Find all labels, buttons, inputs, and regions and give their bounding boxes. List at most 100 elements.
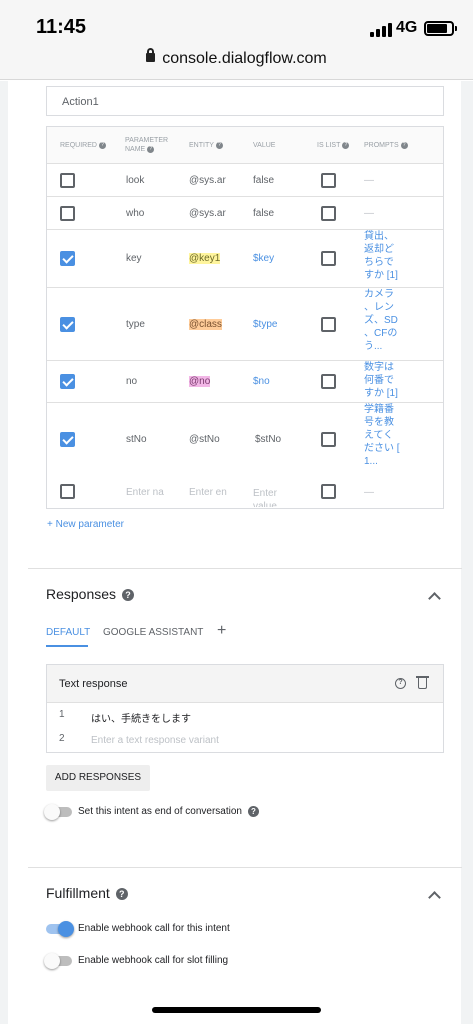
help-icon: ? xyxy=(342,141,350,149)
list-item[interactable]: 1 はい、手続きをします xyxy=(47,703,443,727)
table-row-empty: Enter na Enter en Enter value — xyxy=(47,476,443,508)
url-text: console.dialogflow.com xyxy=(162,50,327,67)
parameters-table-header: REQUIRED? PARAMETER NAME? ENTITY? VALUE I… xyxy=(47,127,443,164)
toggle-knob xyxy=(44,953,60,969)
is-list-checkbox[interactable] xyxy=(321,374,336,389)
header-entity: ENTITY? xyxy=(189,141,223,150)
value-cell[interactable]: $no xyxy=(253,376,270,387)
text-response-card: Text response ? 1 はい、手続きをします 2 Enter a t… xyxy=(46,664,444,753)
table-row[interactable]: look @sys.ar false — xyxy=(47,164,443,197)
end-conversation-toggle[interactable] xyxy=(44,804,72,820)
required-checkbox[interactable] xyxy=(60,317,75,332)
chevron-up-icon[interactable] xyxy=(428,891,441,904)
webhook-toggle[interactable] xyxy=(46,921,74,937)
help-icon[interactable]: ? xyxy=(395,678,406,689)
address-bar[interactable]: console.dialogflow.com xyxy=(0,48,473,68)
table-row[interactable]: who @sys.ar false — xyxy=(47,197,443,230)
text-response-header: Text response ? xyxy=(47,665,443,703)
add-responses-button[interactable]: ADD RESPONSES xyxy=(46,765,150,791)
table-row[interactable]: type @class $type カメラ 、レン ズ、SD 、CFの う... xyxy=(47,288,443,361)
value-cell[interactable]: false xyxy=(253,175,274,186)
section-divider xyxy=(28,867,462,868)
required-checkbox[interactable] xyxy=(60,484,75,499)
entity-cell[interactable]: @class xyxy=(189,319,229,330)
entity-cell[interactable]: @key1 xyxy=(189,253,229,264)
required-checkbox[interactable] xyxy=(60,173,75,188)
tab-default[interactable]: DEFAULT xyxy=(46,627,90,638)
parameter-name[interactable]: look xyxy=(126,175,144,186)
entity-cell[interactable]: @sys.ar xyxy=(189,208,229,219)
value-input[interactable]: Enter value xyxy=(253,487,277,507)
toggle-knob xyxy=(44,804,60,820)
response-number: 2 xyxy=(59,733,65,744)
help-icon[interactable]: ? xyxy=(248,806,259,817)
is-list-checkbox[interactable] xyxy=(321,173,336,188)
active-tab-indicator xyxy=(46,645,88,647)
header-parameter-name: PARAMETER NAME? xyxy=(125,137,169,153)
parameter-name-input[interactable]: Enter na xyxy=(126,487,164,498)
response-text[interactable]: はい、手続きをします xyxy=(91,710,191,725)
value-cell[interactable]: $key xyxy=(253,253,274,264)
tab-google-assistant[interactable]: GOOGLE ASSISTANT xyxy=(103,627,203,638)
header-is-list: IS LIST? xyxy=(317,141,350,150)
header-prompts: PROMPTS? xyxy=(364,141,408,150)
value-cell[interactable]: false xyxy=(253,208,274,219)
slot-filling-label: Enable webhook call for slot filling xyxy=(78,955,229,966)
add-tab-button[interactable]: + xyxy=(217,622,226,640)
required-checkbox[interactable] xyxy=(60,251,75,266)
toggle-knob xyxy=(58,921,74,937)
is-list-checkbox[interactable] xyxy=(321,251,336,266)
webhook-label: Enable webhook call for this intent xyxy=(78,923,230,934)
required-checkbox[interactable] xyxy=(60,432,75,447)
required-checkbox[interactable] xyxy=(60,206,75,221)
value-cell[interactable]: $stNo xyxy=(255,434,281,445)
home-indicator xyxy=(152,1007,321,1013)
table-row[interactable]: stNo @stNo $stNo 学籍番 号を教 えてく ださい [1... xyxy=(47,403,443,476)
help-icon: ? xyxy=(98,141,106,149)
help-icon[interactable]: ? xyxy=(122,589,135,602)
signal-icon xyxy=(370,23,392,37)
parameter-name[interactable]: stNo xyxy=(126,434,147,445)
browser-status-bar: 11:45 4G console.dialogflow.com xyxy=(0,0,473,80)
response-number: 1 xyxy=(59,709,65,720)
prompt-cell[interactable]: 貸出、 返却ど ちらで すか [1] xyxy=(364,230,402,282)
parameter-name[interactable]: type xyxy=(126,319,145,330)
entity-input[interactable]: Enter en xyxy=(189,487,229,498)
list-item[interactable]: 2 Enter a text response variant xyxy=(47,727,443,751)
parameter-name[interactable]: no xyxy=(126,376,137,387)
is-list-checkbox[interactable] xyxy=(321,206,336,221)
right-gutter xyxy=(461,81,473,1024)
prompt-cell: — xyxy=(364,487,374,498)
prompt-cell[interactable]: 数字は 何番で すか [1] xyxy=(364,361,402,400)
is-list-checkbox[interactable] xyxy=(321,484,336,499)
value-cell[interactable]: $type xyxy=(253,319,277,330)
entity-cell[interactable]: @no xyxy=(189,376,229,387)
prompt-cell[interactable]: 学籍番 号を教 えてく ださい [1... xyxy=(364,403,402,468)
table-row[interactable]: key @key1 $key 貸出、 返却ど ちらで すか [1] xyxy=(47,230,443,288)
parameters-table: REQUIRED? PARAMETER NAME? ENTITY? VALUE I… xyxy=(46,126,444,509)
battery-icon xyxy=(424,21,457,36)
prompt-cell: — xyxy=(364,208,374,219)
table-row[interactable]: no @no $no 数字は 何番で すか [1] xyxy=(47,361,443,403)
action-name-input[interactable]: Action1 xyxy=(46,86,444,116)
prompt-cell: — xyxy=(364,175,374,186)
prompt-cell[interactable]: カメラ 、レン ズ、SD 、CFの う... xyxy=(364,288,402,353)
header-required: REQUIRED? xyxy=(60,141,106,150)
entity-cell[interactable]: @stNo xyxy=(189,434,229,445)
required-checkbox[interactable] xyxy=(60,374,75,389)
lock-icon xyxy=(146,48,156,62)
header-value: VALUE xyxy=(253,142,276,149)
help-icon[interactable]: ? xyxy=(115,888,128,901)
response-input[interactable]: Enter a text response variant xyxy=(91,735,219,746)
chevron-up-icon[interactable] xyxy=(428,592,441,605)
new-parameter-link[interactable]: + New parameter xyxy=(47,519,124,530)
is-list-checkbox[interactable] xyxy=(321,317,336,332)
help-icon: ? xyxy=(147,145,155,153)
trash-icon[interactable] xyxy=(416,676,429,689)
text-response-title: Text response xyxy=(59,678,128,690)
parameter-name[interactable]: who xyxy=(126,208,144,219)
slot-filling-toggle[interactable] xyxy=(44,953,72,969)
entity-cell[interactable]: @sys.ar xyxy=(189,175,229,186)
parameter-name[interactable]: key xyxy=(126,253,142,264)
is-list-checkbox[interactable] xyxy=(321,432,336,447)
